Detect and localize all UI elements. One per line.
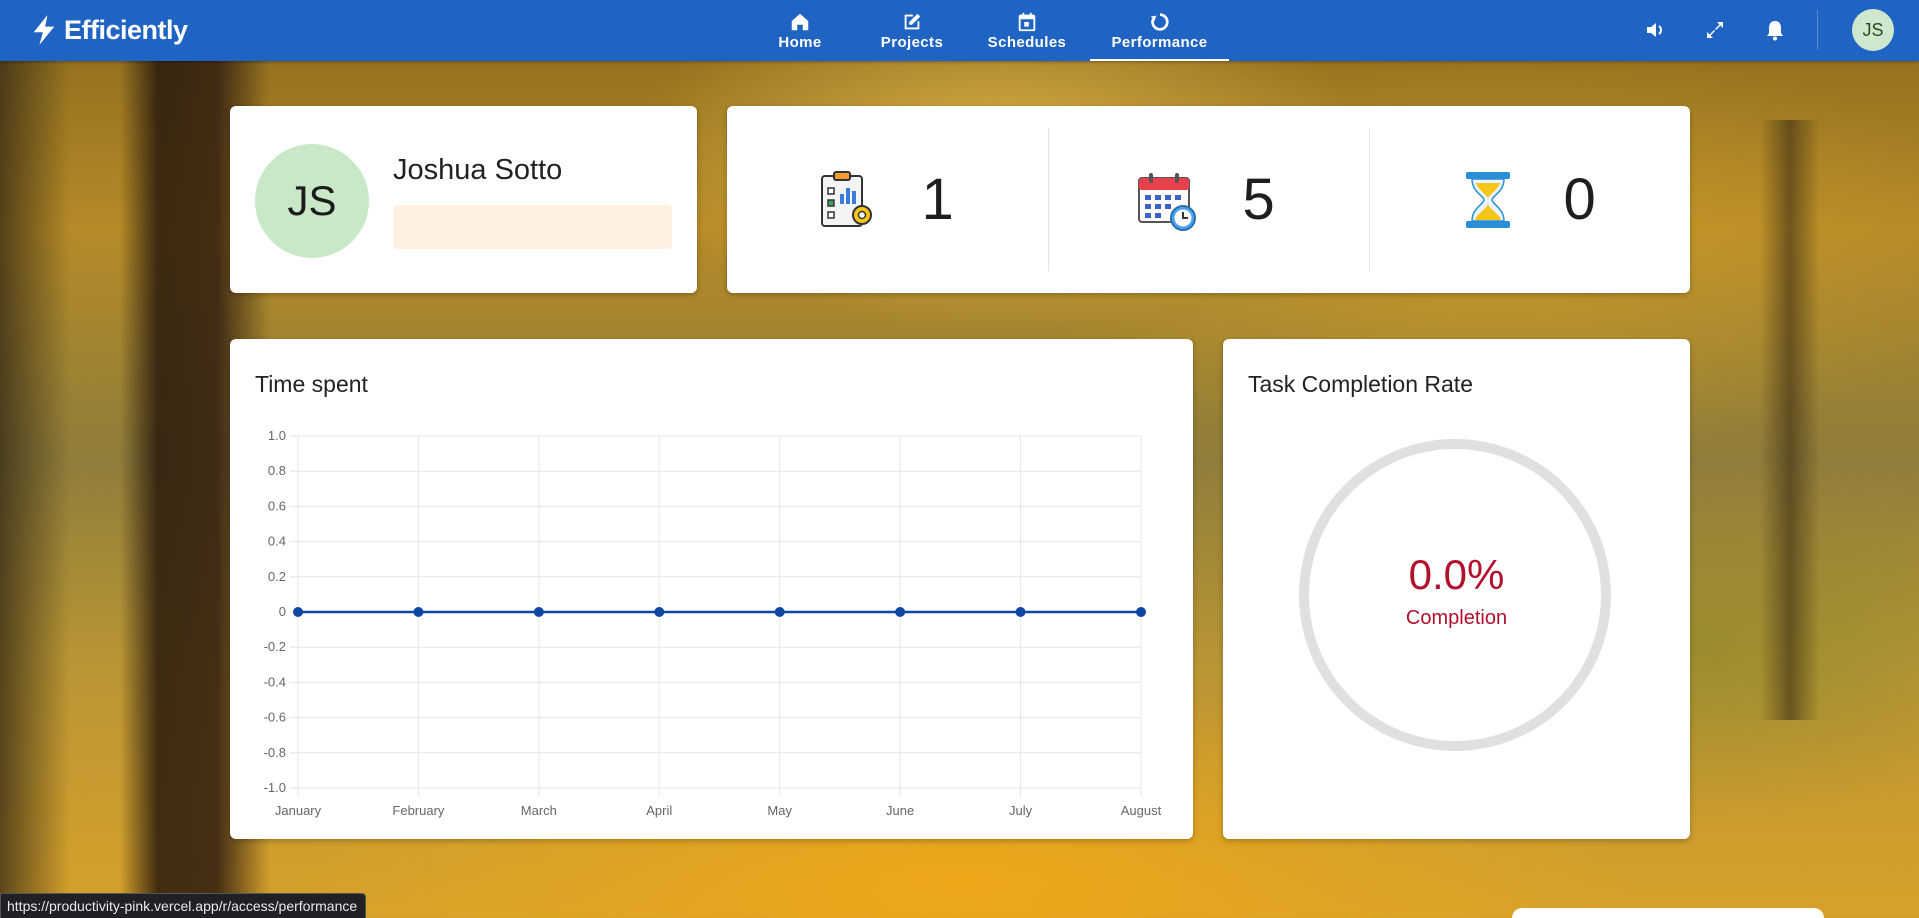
lightning-bolt-icon [33,15,55,45]
y-tick-label: -0.8 [264,745,286,760]
stat-pending: 0 [1369,106,1690,293]
fullscreen-icon [1707,22,1723,38]
nav-home-label: Home [778,33,822,51]
background-tree-trunk-right [1760,120,1820,720]
nav-home[interactable]: Home [740,0,860,61]
brand-name: Efficiently [64,14,188,45]
calendar-icon [1018,12,1036,31]
home-icon [791,13,809,30]
stat-schedules-value: 5 [1242,167,1275,232]
profile-avatar: JS [255,144,369,258]
clipboard-chart-gear-icon [820,170,872,227]
nav-schedules-label: Schedules [987,33,1067,51]
browser-status-url: https://productivity-pink.vercel.app/r/a… [0,893,367,918]
toolbar-divider [1817,10,1818,50]
calendar-clock-icon [1137,172,1196,231]
completion-label: Completion [1405,607,1508,629]
data-point [774,607,785,617]
y-tick-label: 0.6 [268,498,286,513]
y-tick-label: 1.0 [268,428,286,443]
bell-icon [1767,21,1783,41]
stat-projects: 1 [727,106,1048,293]
stat-pending-value: 0 [1563,167,1596,232]
hourglass-icon [1465,171,1510,228]
x-tick-label: April [646,803,672,818]
y-tick-label: 0.4 [268,534,286,549]
y-tick-label: -0.6 [264,710,286,725]
volume-icon [1647,23,1662,37]
y-tick-label: -0.2 [264,639,286,654]
data-point [533,607,544,617]
user-avatar-button[interactable]: JS [1852,9,1894,51]
data-point [293,607,303,617]
stat-projects-value: 1 [921,167,954,232]
completion-rate-title: Task Completion Rate [1248,371,1473,397]
fullscreen-button[interactable] [1703,18,1727,42]
time-spent-card: Time spent 1.0 0.8 0.6 0.4 0.2 0 -0.2 -0.4 -0.6-… [230,339,1193,839]
profile-name: Joshua Sotto [393,154,563,186]
notifications-button[interactable] [1763,18,1787,42]
brand-logo[interactable]: Efficiently [30,12,188,48]
nav-performance-label: Performance [1111,33,1208,51]
completion-percentage: 0.0% [1408,551,1505,598]
volume-button[interactable] [1643,18,1667,42]
nav-projects[interactable]: Projects [860,0,964,61]
time-spent-chart: 1.0 0.8 0.6 0.4 0.2 0 -0.2 -0.4 -0.6 -0.8 -1.0 Janu… [264,428,1162,818]
x-tick-label: January [275,803,322,818]
background-foliage [0,60,70,918]
data-point [1136,607,1146,617]
y-tick-label: 0.8 [268,463,286,478]
data-point [413,607,424,617]
nav-projects-label: Projects [880,33,944,51]
completion-rate-card: Task Completion Rate 0.0% Completion [1223,339,1690,839]
edit-note-icon [904,13,921,29]
data-point [1015,607,1026,617]
x-tick-label: June [886,803,914,818]
refresh-circle-icon [1150,12,1169,31]
x-tick-label: March [521,803,557,818]
nav-schedules[interactable]: Schedules [964,0,1090,61]
nav-performance[interactable]: Performance [1090,0,1229,61]
data-point [895,607,906,617]
y-tick-label: -1.0 [264,780,286,795]
x-tick-label: May [767,803,792,818]
y-tick-label: 0.2 [268,569,286,584]
profile-status-bar [393,205,672,249]
stats-card: 1 5 0 [727,106,1690,293]
bottom-right-panel [1512,908,1824,918]
x-tick-label: July [1009,803,1033,818]
x-tick-label: February [392,803,445,818]
y-tick-label: 0 [279,604,286,619]
y-tick-label: -0.4 [264,674,286,689]
x-tick-label: August [1121,803,1162,818]
stat-schedules: 5 [1048,106,1369,293]
main-nav: Home Projects Schedules Performance [740,0,1229,61]
data-point [654,607,665,617]
profile-card: JS Joshua Sotto [230,106,697,293]
top-navigation-bar: Efficiently Home Projects Schedules Perf… [0,0,1919,61]
